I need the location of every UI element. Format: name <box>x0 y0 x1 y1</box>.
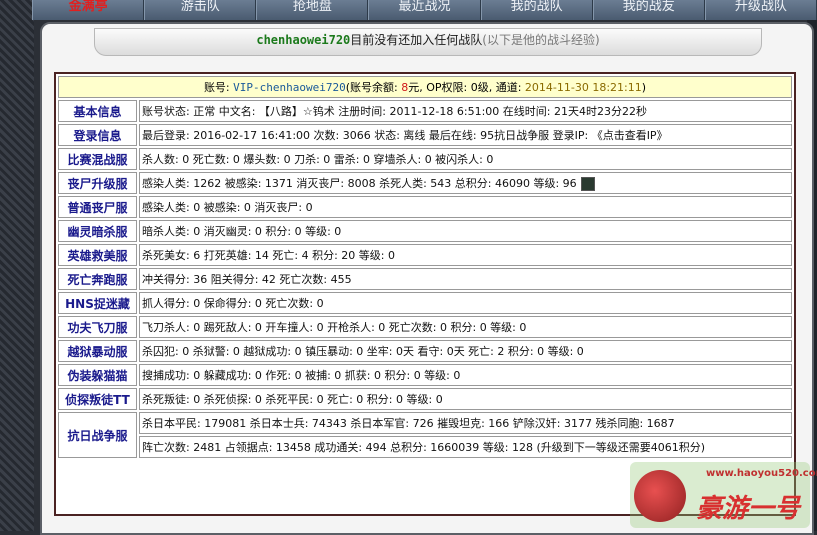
row-label-ttt: 侦探叛徒TT <box>58 388 137 410</box>
nav-tab-recent-battles[interactable]: 最近战况 <box>368 0 481 20</box>
row-label-zombie-normal: 普通丧尸服 <box>58 196 137 218</box>
row-info-prophunt: 搜捕成功: 0 躲藏成功: 0 作死: 0 被捕: 0 抓获: 0 积分: 0 … <box>139 364 792 386</box>
nav-tab-my-team[interactable]: 我的战队 <box>480 0 593 20</box>
profile-banner: chenhaowei720目前没有还加入任何战队(以下是他的战斗经验) <box>94 28 762 56</box>
row-label-hns: HNS捉迷藏 <box>58 292 137 314</box>
row-info-deathrun: 冲关得分: 36 阻关得分: 42 死亡次数: 455 <box>139 268 792 290</box>
row-info-hns: 抓人得分: 0 保命得分: 0 死亡次数: 0 <box>139 292 792 314</box>
row-label-zombie-upgrade: 丧尸升级服 <box>58 172 137 194</box>
stats-table: 账号: VIP-chenhaowei720(账号余额: 8元, OP权限: 0级… <box>56 74 794 460</box>
account-close: ) <box>641 81 647 94</box>
watermark-logo-icon <box>634 470 686 522</box>
account-prefix: 账号: <box>203 81 234 94</box>
zombie-upgrade-text: 感染人类: 1262 被感染: 1371 消灭丧尸: 8008 杀死人类: 54… <box>142 177 577 190</box>
row-label-war: 抗日战争服 <box>58 412 137 458</box>
site-watermark: www.haoyou520.com 豪游一号 <box>630 462 817 528</box>
row-label-hero: 英雄救美服 <box>58 244 137 266</box>
row-label-basic: 基本信息 <box>58 100 137 122</box>
row-info-ttt: 杀死叛徒: 0 杀死侦探: 0 杀死平民: 0 死亡: 0 积分: 0 等级: … <box>139 388 792 410</box>
row-info-ghost: 暗杀人类: 0 消灭幽灵: 0 积分: 0 等级: 0 <box>139 220 792 242</box>
nav-tab-guerrilla[interactable]: 游击队 <box>144 0 257 20</box>
row-label-melee: 比赛混战服 <box>58 148 137 170</box>
account-vip: VIP-chenhaowei720 <box>233 81 346 94</box>
banner-username[interactable]: chenhaowei720 <box>256 33 350 47</box>
row-info-melee: 杀人数: 0 死亡数: 0 爆头数: 0 刀杀: 0 雷杀: 0 穿墙杀人: 0… <box>139 148 792 170</box>
balance-unit: 元, OP权限: 0级, 通道: <box>408 81 525 94</box>
nav-tab-territory[interactable]: 抢地盘 <box>256 0 369 20</box>
stats-frame: 账号: VIP-chenhaowei720(账号余额: 8元, OP权限: 0级… <box>54 72 796 516</box>
row-label-jailbreak: 越狱暴动服 <box>58 340 137 362</box>
row-info-login[interactable]: 最后登录: 2016-02-17 16:41:00 次数: 3066 状态: 离… <box>139 124 792 146</box>
account-summary: 账号: VIP-chenhaowei720(账号余额: 8元, OP权限: 0级… <box>58 76 792 98</box>
row-info-zombie-upgrade: 感染人类: 1262 被感染: 1371 消灭丧尸: 8008 杀死人类: 54… <box>139 172 792 194</box>
row-label-login: 登录信息 <box>58 124 137 146</box>
channel-date: 2014-11-30 18:21:11 <box>524 81 642 94</box>
row-info-jailbreak: 杀囚犯: 0 杀狱警: 0 越狱成功: 0 镇压暴动: 0 坐牢: 0天 看守:… <box>139 340 792 362</box>
nav-tab-my-friends[interactable]: 我的战友 <box>592 0 705 20</box>
row-info-zombie-normal: 感染人类: 0 被感染: 0 消灭丧尸: 0 <box>139 196 792 218</box>
row-info-basic: 账号状态: 正常 中文名: 【八路】☆钨术 注册时间: 2011-12-18 6… <box>139 100 792 122</box>
nav-tab-upgrade-team[interactable]: 升级战队 <box>704 0 817 20</box>
row-info-kungfu: 飞刀杀人: 0 踢死敌人: 0 开车撞人: 0 开枪杀人: 0 死亡次数: 0 … <box>139 316 792 338</box>
top-nav: 金满亭 游击队 抢地盘 最近战况 我的战队 我的战友 升级战队 <box>32 0 817 20</box>
row-label-kungfu: 功夫飞刀服 <box>58 316 137 338</box>
row-info-war-2: 阵亡次数: 2481 占领据点: 13458 成功通关: 494 总积分: 16… <box>139 436 792 458</box>
left-decor-strip <box>0 0 34 531</box>
player-avatar-icon <box>580 177 595 191</box>
balance-label: (账号余额: <box>345 81 402 94</box>
watermark-brand: 豪游一号 <box>696 494 801 524</box>
nav-tab-0[interactable]: 金满亭 <box>32 0 145 20</box>
row-info-hero: 杀死美女: 6 打死英雄: 14 死亡: 4 积分: 20 等级: 0 <box>139 244 792 266</box>
banner-message: 目前没有还加入任何战队 <box>350 33 483 47</box>
watermark-site: www.haoyou520.com <box>706 468 817 479</box>
row-label-deathrun: 死亡奔跑服 <box>58 268 137 290</box>
profile-panel: chenhaowei720目前没有还加入任何战队(以下是他的战斗经验) 账号: … <box>40 22 814 535</box>
row-info-war-1: 杀日本平民: 179081 杀日本士兵: 74343 杀日本军官: 726 摧毁… <box>139 412 792 434</box>
banner-hint: (以下是他的战斗经验) <box>482 33 600 47</box>
row-label-ghost: 幽灵暗杀服 <box>58 220 137 242</box>
row-label-prophunt: 伪装躲猫猫 <box>58 364 137 386</box>
